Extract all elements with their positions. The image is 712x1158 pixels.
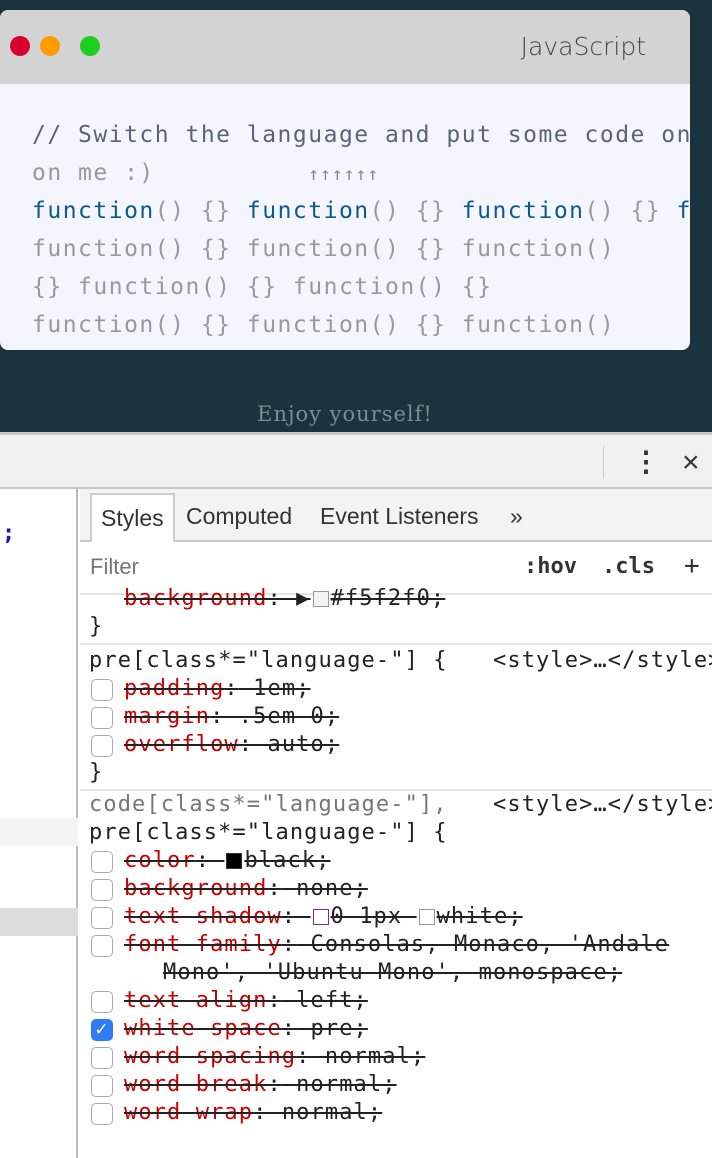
style-property: margin: .5em 0; [80, 703, 712, 731]
window-titlebar: JavaScript [0, 10, 690, 84]
style-property[interactable]: background: ▶ #f5f2f0; [80, 585, 712, 613]
property-checkbox[interactable] [91, 1047, 113, 1069]
code-fragment: ; [2, 521, 16, 546]
property-checkbox[interactable] [91, 679, 113, 701]
more-options-icon[interactable]: ⋮ [632, 443, 660, 481]
rule-selector: pre[class*="language-"] {<style>…</style… [80, 647, 712, 675]
code-line-highlighted: function() {} function() {} function() {… [32, 192, 690, 230]
rule-selector[interactable]: pre[class*="language-"] { [80, 819, 712, 847]
keyword: f [676, 198, 690, 224]
property-checkbox[interactable] [91, 907, 113, 929]
sidebar-tabs: Styles Computed Event Listeners » [80, 489, 712, 542]
style-property: color: black; [80, 847, 712, 875]
property-continuation: Mono', 'Ubuntu Mono', monospace; [80, 959, 712, 987]
close-dot-icon[interactable] [10, 36, 30, 56]
style-property: text-shadow: 0 1px white; [80, 903, 712, 931]
expand-arrow-icon[interactable]: ▶ [296, 586, 310, 611]
property-checkbox[interactable] [91, 879, 113, 901]
style-property: background: none; [80, 875, 712, 903]
code-line: function() {} function() {} function() [32, 236, 616, 262]
code-line: on me :) ↑↑↑↑↑↑ [32, 154, 690, 192]
css-rule: code[class*="language-"], <style>…</style… [80, 791, 712, 1127]
rule-close: } [89, 760, 104, 785]
rule-close: } [89, 614, 104, 639]
minimize-dot-icon[interactable] [40, 36, 60, 56]
rule-source-link[interactable]: <style>…</style> [493, 647, 712, 675]
style-property: overflow: auto; [80, 731, 712, 759]
style-rules: background: ▶ #f5f2f0; } pre[class*="lang… [80, 585, 712, 1127]
code-text: () {} [369, 198, 462, 224]
code-comment: // Switch the language and put some code… [32, 122, 690, 148]
code-line: function() {} function() {} function() [32, 312, 616, 338]
color-swatch[interactable] [312, 591, 329, 607]
style-property: text-align: left; [80, 987, 712, 1015]
tab-event-listeners[interactable]: Event Listeners [320, 493, 479, 542]
elements-panel[interactable]: ; [0, 489, 78, 1158]
filter-input[interactable] [90, 554, 390, 580]
style-property: word-wrap: normal; [80, 1099, 712, 1127]
language-label[interactable]: JavaScript [521, 32, 646, 61]
toolbar-divider [603, 447, 604, 479]
footer-text: Enjoy yourself! [257, 402, 433, 426]
property-checkbox[interactable] [91, 991, 113, 1013]
selected-row[interactable] [0, 908, 78, 936]
property-checkbox[interactable] [91, 935, 113, 957]
shadow-editor-icon[interactable] [312, 909, 329, 925]
property-checkbox[interactable] [91, 707, 113, 729]
hovered-row[interactable] [0, 818, 78, 846]
maximize-dot-icon[interactable] [80, 36, 100, 56]
property-checkbox[interactable] [91, 735, 113, 757]
tab-computed[interactable]: Computed [186, 493, 292, 542]
style-property: word-break: normal; [80, 1071, 712, 1099]
styles-pane: Styles Computed Event Listeners » :hov .… [80, 489, 712, 1158]
code-text: () {} [154, 198, 247, 224]
css-rule: pre[class*="language-"] {<style>…</style… [80, 645, 712, 791]
hov-button[interactable]: :hov [524, 554, 577, 579]
cls-button[interactable]: .cls [602, 554, 655, 579]
code-block[interactable]: // Switch the language and put some code… [32, 116, 690, 344]
style-property: padding: 1em; [80, 675, 712, 703]
keyword: function [32, 198, 155, 224]
close-icon[interactable]: × [682, 444, 700, 482]
color-swatch[interactable] [226, 853, 243, 869]
keyword: function [246, 198, 370, 224]
rule-source-link[interactable]: <style>…</style> [493, 791, 712, 819]
style-property: ✓ white-space: pre; [80, 1015, 712, 1043]
code-text: () {} [584, 198, 677, 224]
code-window: JavaScript // Switch the language and pu… [0, 10, 690, 350]
more-tabs-icon[interactable]: » [510, 493, 523, 542]
css-rule: background: ▶ #f5f2f0; } [80, 585, 712, 645]
code-line: {} function() {} function() {} [32, 274, 493, 300]
color-swatch[interactable] [418, 909, 435, 925]
property-checkbox-checked[interactable]: ✓ [91, 1019, 113, 1041]
devtools-toolbar: ⋮ × [0, 432, 712, 489]
tab-styles[interactable]: Styles [90, 493, 175, 542]
rule-selector: code[class*="language-"], <style>…</style… [80, 791, 712, 819]
arrows-icon: ↑↑↑↑↑↑ [308, 164, 380, 185]
add-rule-button[interactable]: + [684, 551, 700, 581]
property-checkbox[interactable] [91, 1075, 113, 1097]
preview-area: JavaScript // Switch the language and pu… [0, 0, 712, 432]
property-checkbox[interactable] [91, 1103, 113, 1125]
code-text: on me :) [32, 160, 155, 186]
property-value-continued[interactable]: Mono', 'Ubuntu Mono', monospace; [163, 960, 622, 985]
property-checkbox[interactable] [91, 851, 113, 873]
style-property: word-spacing: normal; [80, 1043, 712, 1071]
style-property: font-family: Consolas, Monaco, 'Andale [80, 931, 712, 959]
keyword: function [461, 198, 585, 224]
